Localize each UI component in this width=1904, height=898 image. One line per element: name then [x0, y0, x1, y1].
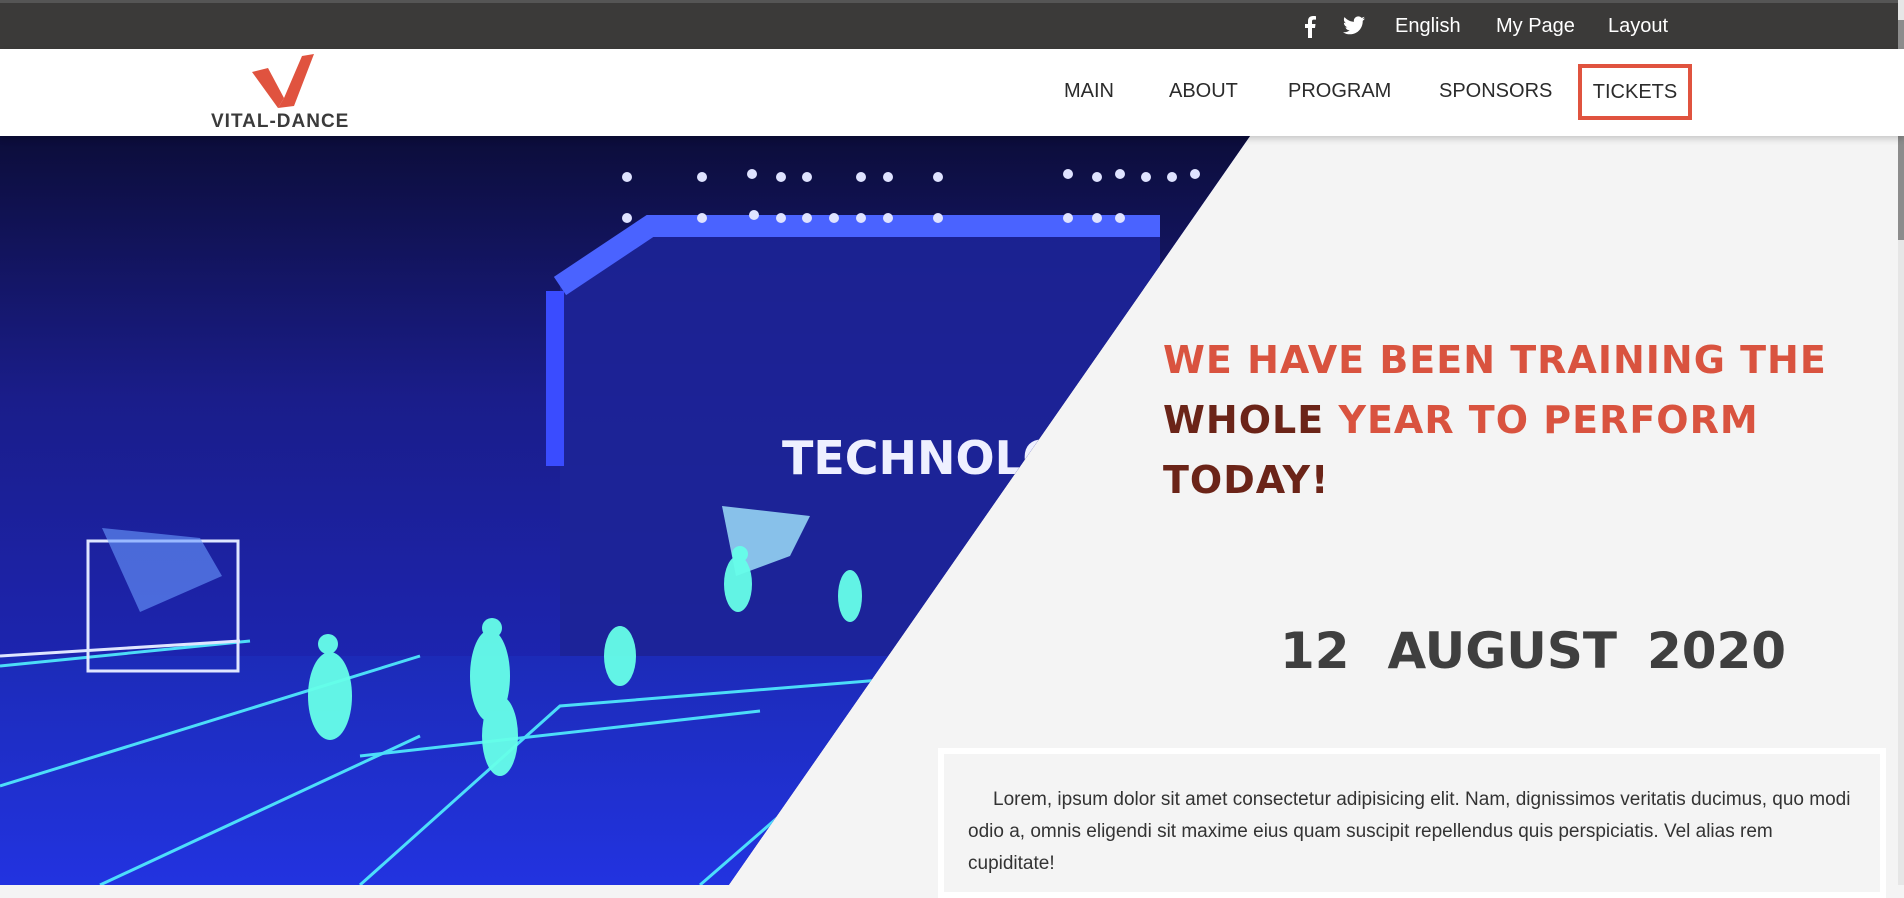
facebook-icon[interactable] [1304, 16, 1316, 44]
headline-middle: YEAR TO PERFORM [1338, 398, 1759, 442]
stage-sign: TECHNOLO [782, 431, 1061, 485]
event-date: 12 AUGUST 2020 [1280, 622, 1786, 680]
headline-line-1: WE HAVE BEEN TRAINING THE [1163, 338, 1827, 382]
my-page-link[interactable]: My Page [1496, 15, 1575, 38]
description-box: Lorem, ipsum dolor sit amet consectetur … [938, 748, 1886, 898]
nav-program[interactable]: PROGRAM [1288, 80, 1391, 103]
twitter-icon[interactable] [1343, 16, 1365, 41]
nav-main[interactable]: MAIN [1064, 80, 1114, 103]
nav-tickets-button[interactable]: TICKETS [1578, 64, 1692, 120]
headline-word-whole: WHOLE [1163, 398, 1325, 442]
brand-name: VITAL-DANCE [211, 111, 350, 132]
date-year: 2020 [1646, 622, 1787, 680]
main-navbar: VITAL-DANCE MAIN ABOUT PROGRAM SPONSORS … [0, 49, 1904, 136]
headline-word-today: TODAY! [1163, 458, 1330, 502]
language-selector[interactable]: English [1395, 15, 1461, 38]
headline-line-2: WHOLE YEAR TO PERFORM TODAY! [1163, 390, 1883, 510]
logo-checkmark-icon[interactable] [250, 54, 316, 115]
hero-headline: WE HAVE BEEN TRAINING THE WHOLE YEAR TO … [1163, 330, 1883, 510]
date-month: AUGUST [1387, 622, 1618, 680]
layout-link[interactable]: Layout [1608, 15, 1668, 38]
nav-sponsors[interactable]: SPONSORS [1439, 80, 1552, 103]
description-text: Lorem, ipsum dolor sit amet consectetur … [968, 789, 1851, 874]
top-utility-bar: English My Page Layout [0, 0, 1904, 49]
date-day: 12 [1280, 622, 1350, 680]
nav-about[interactable]: ABOUT [1169, 80, 1238, 103]
